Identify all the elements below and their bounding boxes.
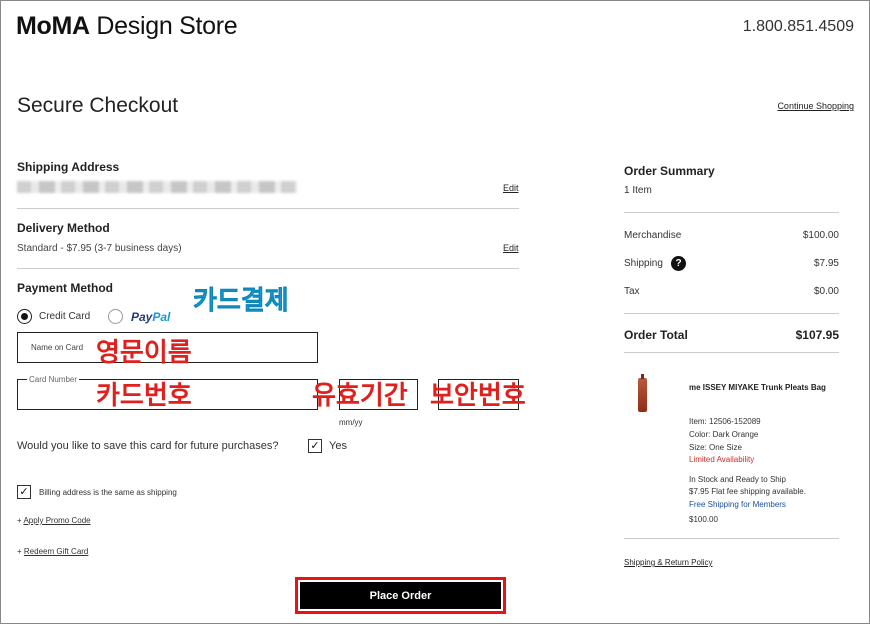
phone-number: 1.800.851.4509 <box>742 18 854 35</box>
divider <box>624 352 839 353</box>
continue-shopping-link[interactable]: Continue Shopping <box>777 101 854 111</box>
delivery-edit-link[interactable]: Edit <box>503 243 519 253</box>
save-card-yes-label: Yes <box>329 440 347 452</box>
apply-promo-link[interactable]: + Apply Promo Code <box>17 516 91 525</box>
merchandise-value: $100.00 <box>802 230 839 241</box>
divider <box>624 212 839 213</box>
free-shipping-link[interactable]: Free Shipping for Members <box>689 500 786 509</box>
item-count: 1 Item <box>624 185 652 196</box>
annotation-security-code: 보안번호 <box>430 381 526 411</box>
paypal-radio[interactable] <box>108 309 123 324</box>
annotation-english-name: 영문이름 <box>96 338 192 368</box>
billing-same-label: Billing address is the same as shipping <box>39 488 177 497</box>
product-flat-fee: $7.95 Flat fee shipping available. <box>689 487 806 496</box>
billing-same-checkbox[interactable]: ✓ <box>17 485 31 499</box>
save-card-question: Would you like to save this card for fut… <box>17 440 279 452</box>
shipping-address-title: Shipping Address <box>17 160 120 174</box>
name-on-card-placeholder: Name on Card <box>31 343 84 352</box>
place-order-highlight: Place Order <box>295 577 506 614</box>
delivery-method-title: Delivery Method <box>17 221 110 235</box>
divider <box>17 208 519 209</box>
shipping-edit-link[interactable]: Edit <box>503 183 519 193</box>
payment-method-title: Payment Method <box>17 281 114 295</box>
annotation-card-payment: 카드결제 <box>193 286 289 317</box>
shipping-help-icon[interactable]: ? <box>671 256 686 271</box>
tax-value: $0.00 <box>813 286 839 297</box>
shipping-return-policy-link[interactable]: Shipping & Return Policy <box>624 558 713 567</box>
product-color: Color: Dark Orange <box>689 430 759 439</box>
redeem-gift-card-link[interactable]: + Redeem Gift Card <box>17 547 88 556</box>
credit-card-radio[interactable] <box>17 309 32 324</box>
moma-logo[interactable]: MoMA Design Store <box>16 12 238 41</box>
card-number-label: Card Number <box>27 375 80 384</box>
product-name[interactable]: me ISSEY MIYAKE Trunk Pleats Bag <box>689 380 829 395</box>
product-item-number: Item: 12506-152089 <box>689 417 761 426</box>
divider <box>17 268 519 269</box>
product-size: Size: One Size <box>689 443 742 452</box>
shipping-value: $7.95 <box>813 258 839 269</box>
product-thumbnail[interactable] <box>638 374 647 412</box>
divider <box>624 313 839 314</box>
delivery-method-value: Standard - $7.95 (3-7 business days) <box>17 243 182 254</box>
order-total-label: Order Total <box>624 328 688 342</box>
paypal-logo: PayPal <box>131 310 171 324</box>
annotation-expiry: 유효기간 <box>312 381 408 411</box>
divider <box>624 538 839 539</box>
place-order-button[interactable]: Place Order <box>300 582 501 609</box>
save-card-checkbox[interactable]: ✓ <box>308 439 322 453</box>
product-price: $100.00 <box>689 515 718 524</box>
shipping-label: Shipping <box>624 258 663 269</box>
product-availability: Limited Availability <box>689 455 755 464</box>
expiry-format-hint: mm/yy <box>339 418 363 427</box>
annotation-card-number: 카드번호 <box>96 381 192 411</box>
tax-label: Tax <box>624 286 640 297</box>
shipping-address-redacted <box>17 181 297 193</box>
order-summary-title: Order Summary <box>624 164 715 178</box>
page-title: Secure Checkout <box>17 94 179 117</box>
product-stock-status: In Stock and Ready to Ship <box>689 475 786 484</box>
credit-card-label: Credit Card <box>39 311 91 322</box>
merchandise-label: Merchandise <box>624 230 682 241</box>
order-total-value: $107.95 <box>795 328 839 342</box>
